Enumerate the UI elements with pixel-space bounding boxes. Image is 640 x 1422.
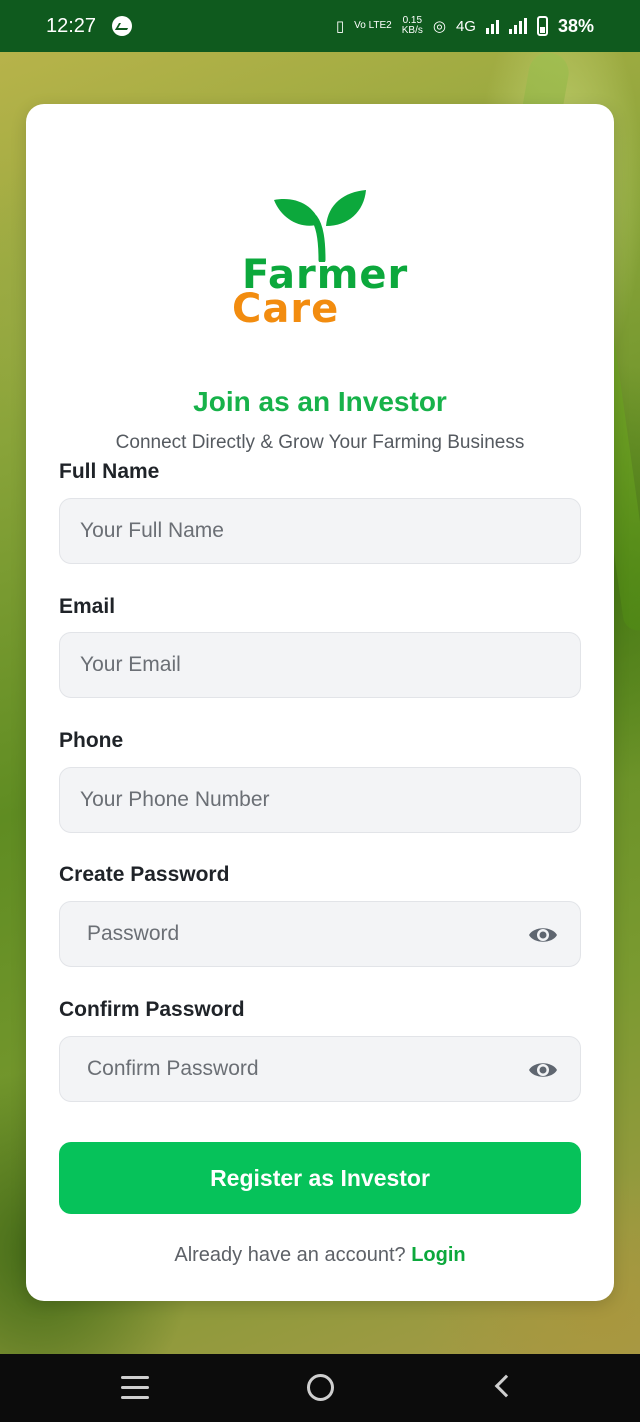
messenger-icon <box>112 16 133 36</box>
email-label: Email <box>59 595 116 618</box>
hotspot-icon: ◎ <box>432 18 446 35</box>
phone-input[interactable]: Your Phone Number <box>59 767 581 833</box>
password-input[interactable]: Password <box>59 901 581 967</box>
eye-icon[interactable] <box>528 923 558 947</box>
home-icon[interactable] <box>307 1374 334 1401</box>
email-placeholder: Your Email <box>80 653 181 676</box>
volte-indicator: Vo LTE2 <box>354 20 392 31</box>
farmer-care-logo: Farmer Care <box>26 190 614 330</box>
network-type: 4G <box>455 17 476 35</box>
net-speed: 0.15 KB/s <box>402 16 423 36</box>
logo-text: Farmer Care <box>232 255 408 329</box>
register-button[interactable]: Register as Investor <box>59 1142 581 1214</box>
full-name-input[interactable]: Your Full Name <box>59 498 581 564</box>
phone-placeholder: Your Phone Number <box>80 788 270 811</box>
eye-icon[interactable] <box>528 1058 558 1082</box>
page-subtitle: Connect Directly & Grow Your Farming Bus… <box>115 432 525 453</box>
register-card: Farmer Care Join as an Investor Connect … <box>26 104 614 1301</box>
login-prompt: Already have an account? <box>174 1244 406 1266</box>
login-row: Already have an account? Login <box>26 1244 614 1267</box>
status-bar: 12:27 ▯ Vo LTE2 0.15 KB/s ◎ 4G 38% <box>0 0 640 52</box>
password-label: Create Password <box>59 863 230 886</box>
back-icon[interactable] <box>494 1374 518 1398</box>
full-name-label: Full Name <box>59 460 160 483</box>
net-speed-unit: KB/s <box>401 25 423 36</box>
phone-label: Phone <box>59 729 124 752</box>
signal-icon-2 <box>508 18 527 34</box>
menu-icon[interactable] <box>121 1376 149 1400</box>
status-time: 12:27 <box>46 14 97 37</box>
page-title: Join as an Investor <box>193 386 447 417</box>
password-placeholder: Password <box>87 922 180 945</box>
system-nav-bar <box>0 1354 640 1422</box>
full-name-placeholder: Your Full Name <box>80 519 224 542</box>
confirm-password-input[interactable]: Confirm Password <box>59 1036 581 1102</box>
battery-percent: 38% <box>557 15 594 36</box>
battery-icon <box>536 16 548 36</box>
confirm-password-label: Confirm Password <box>59 998 245 1021</box>
vibrate-icon: ▯ <box>335 18 345 35</box>
email-input[interactable]: Your Email <box>59 632 581 698</box>
confirm-password-placeholder: Confirm Password <box>87 1057 259 1080</box>
login-link[interactable]: Login <box>411 1244 465 1266</box>
signal-icon <box>485 18 499 34</box>
